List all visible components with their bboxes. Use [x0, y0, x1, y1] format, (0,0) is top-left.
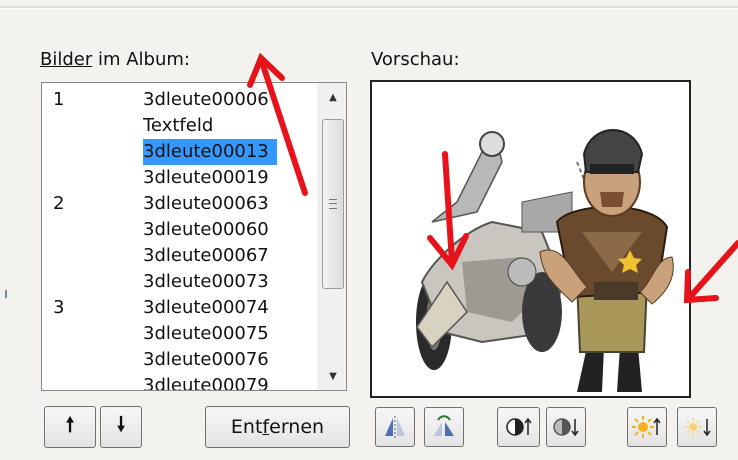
remove-label-accesskey: f: [262, 416, 270, 438]
preview-image: [416, 129, 674, 392]
list-item-name: 3dleute00074: [143, 297, 269, 318]
contrast-down-icon: [553, 418, 579, 437]
list-item[interactable]: Textfeld: [42, 113, 316, 139]
list-item-name: 3dleute00013: [143, 139, 277, 165]
brightness-up-button[interactable]: [627, 407, 667, 447]
album-label-prefix: Bilder: [40, 49, 93, 70]
cartoon-figure-illustration: [539, 129, 674, 392]
edge-mark: [5, 290, 7, 298]
scroll-up-button[interactable]: ▲: [319, 83, 346, 111]
top-divider-highlight: [0, 8, 738, 9]
list-item-name: 3dleute00060: [143, 219, 269, 240]
list-item-name: 3dleute00067: [143, 245, 269, 266]
list-item[interactable]: 3 3dleute00074: [42, 295, 316, 321]
list-item[interactable]: 3dleute00019: [42, 165, 316, 191]
list-item-name: 3dleute00079: [143, 375, 269, 391]
list-item-name: 3dleute00073: [143, 271, 269, 292]
album-list-rows: 1 3dleute00006 Textfeld 3dleute00013 3dleute…: [42, 87, 316, 391]
grip-icon: [329, 199, 337, 209]
remove-label-prefix: Ent: [230, 416, 263, 438]
remove-button[interactable]: Ent f ernen: [205, 406, 350, 448]
contrast-up-button[interactable]: [497, 407, 540, 447]
list-item[interactable]: 3dleute00067: [42, 243, 316, 269]
brightness-down-icon: [684, 418, 711, 437]
contrast-down-button[interactable]: [546, 407, 586, 447]
list-item[interactable]: 3dleute00073: [42, 269, 316, 295]
list-item-name: Textfeld: [143, 115, 214, 136]
up-arrow-icon: 🠕: [65, 412, 75, 436]
flip-vertical-button[interactable]: [424, 407, 464, 447]
album-label-suffix: im Album:: [92, 49, 190, 70]
flip-vertical-icon: [434, 415, 454, 436]
move-down-button[interactable]: 🠗: [100, 406, 142, 448]
list-item-selected[interactable]: 3dleute00013: [42, 139, 316, 165]
scroll-thumb[interactable]: [322, 119, 344, 289]
list-item-name: 3dleute00019: [143, 167, 269, 188]
list-item-group-number: 1: [53, 89, 65, 110]
preview-label: Vorschau:: [371, 49, 460, 70]
list-item-name: 3dleute00076: [143, 349, 269, 370]
image-preview: [370, 80, 691, 398]
brightness-up-icon: [632, 416, 661, 438]
contrast-up-icon: [505, 417, 532, 436]
flip-horizontal-icon: [385, 416, 405, 438]
album-list-label: Bilder im Album:: [40, 49, 190, 71]
annotation-arrow-preview-right: [683, 240, 738, 304]
list-scrollbar[interactable]: ▲ ▼: [318, 83, 346, 390]
album-image-list[interactable]: 1 3dleute00006 Textfeld 3dleute00013 3dleute…: [41, 82, 347, 391]
brightness-down-button[interactable]: [677, 407, 717, 447]
list-item-group-number: 3: [53, 297, 65, 318]
move-up-button[interactable]: 🠕: [44, 406, 96, 448]
list-item-group-number: 2: [53, 193, 65, 214]
flip-horizontal-button[interactable]: [375, 407, 415, 447]
list-item-name: 3dleute00006: [143, 89, 269, 110]
scroll-down-button[interactable]: ▼: [319, 362, 346, 390]
list-item[interactable]: 3dleute00076: [42, 347, 316, 373]
list-item[interactable]: 3dleute00075: [42, 321, 316, 347]
remove-label-suffix: ernen: [269, 416, 325, 438]
list-item-name: 3dleute00063: [143, 193, 269, 214]
list-item-name: 3dleute00075: [143, 323, 269, 344]
list-item[interactable]: 3dleute00079: [42, 373, 316, 391]
down-arrow-icon: 🠗: [116, 412, 126, 436]
list-item[interactable]: 3dleute00060: [42, 217, 316, 243]
list-item[interactable]: 2 3dleute00063: [42, 191, 316, 217]
list-item[interactable]: 1 3dleute00006: [42, 87, 316, 113]
